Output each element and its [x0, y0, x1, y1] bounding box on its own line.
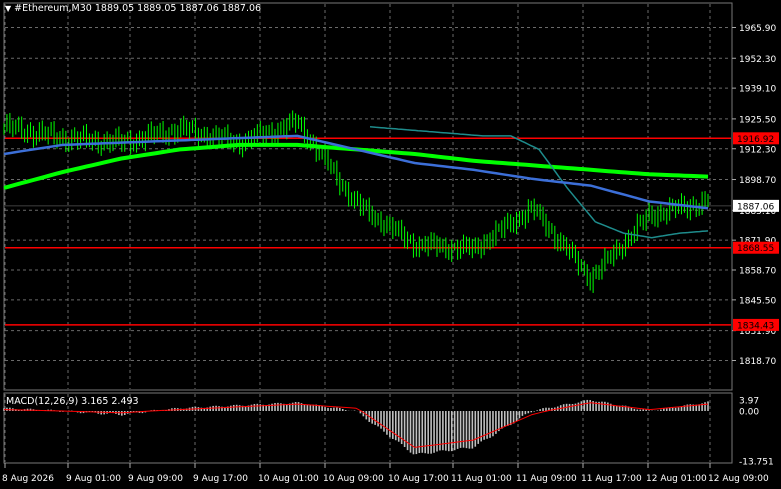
time-tick-label: 12 Aug 01:00 — [646, 474, 707, 484]
price-tick-label: 1858.70 — [739, 267, 776, 277]
current-price-label: 1887.06 — [737, 202, 774, 212]
time-tick-label: 11 Aug 17:00 — [581, 474, 642, 484]
price-tick-label: 1898.70 — [739, 176, 776, 186]
symbol-label: #Ethereum,M30 — [14, 3, 92, 14]
time-tick-label: 8 Aug 2026 — [2, 474, 54, 484]
time-tick-label: 9 Aug 09:00 — [128, 474, 183, 484]
price-tick-label: 1912.30 — [739, 145, 776, 155]
time-tick-label: 12 Aug 09:00 — [708, 474, 769, 484]
macd-label: MACD(12,26,9) 3.165 2.493 — [6, 396, 139, 407]
price-tick-label: 1925.50 — [739, 115, 776, 125]
time-tick-label: 10 Aug 17:00 — [388, 474, 449, 484]
time-tick-label: 11 Aug 09:00 — [516, 474, 577, 484]
price-tick-label: 1845.50 — [739, 296, 776, 306]
level-tag-label: 1834.43 — [737, 321, 774, 331]
price-tick-label: 1965.90 — [739, 24, 776, 34]
level-tag-label: 1916.92 — [737, 135, 774, 145]
time-tick-label: 10 Aug 01:00 — [258, 474, 319, 484]
time-tick-label: 10 Aug 09:00 — [323, 474, 384, 484]
time-tick-label: 9 Aug 17:00 — [193, 474, 248, 484]
macd-scale-label: 3.97 — [739, 397, 759, 407]
price-tick-label: 1818.70 — [739, 357, 776, 367]
time-tick-label: 11 Aug 01:00 — [451, 474, 512, 484]
level-tag-label: 1868.55 — [737, 244, 774, 254]
price-tick-label: 1939.10 — [739, 85, 776, 95]
dropdown-arrow-icon[interactable]: ▼ — [5, 4, 11, 13]
chart-header: ▼ #Ethereum,M30 1889.05 1889.05 1887.06 1… — [5, 3, 261, 14]
time-tick-label: 9 Aug 01:00 — [66, 474, 121, 484]
trading-chart[interactable]: 1965.90 1952.30 1939.10 1925.50 1912.30 1898.… — [0, 0, 781, 489]
ohlc-values: 1889.05 1889.05 1887.06 1887.06 — [94, 3, 262, 14]
macd-scale-label: -13.751 — [739, 458, 774, 468]
price-tick-label: 1952.30 — [739, 55, 776, 65]
macd-scale-label: 0.00 — [739, 408, 759, 418]
